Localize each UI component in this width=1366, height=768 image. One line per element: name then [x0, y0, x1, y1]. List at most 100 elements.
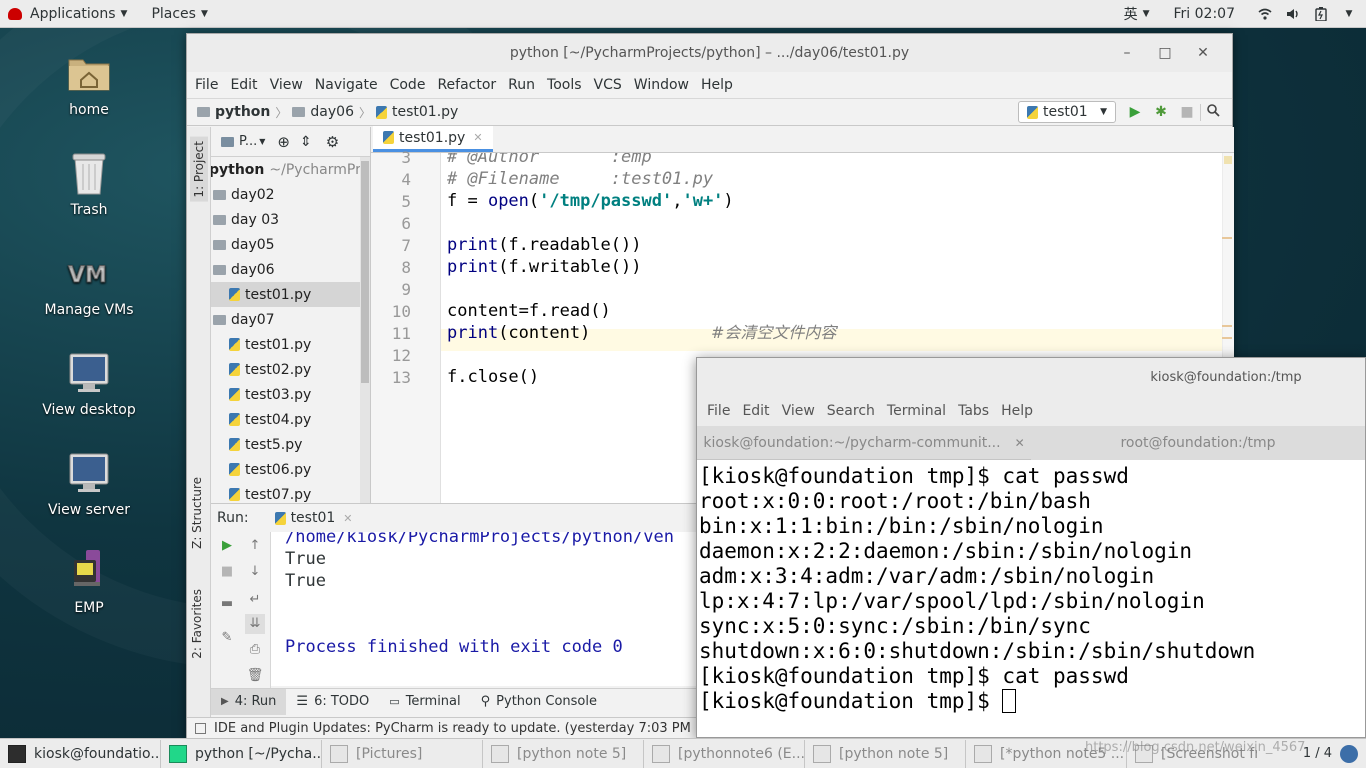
tree-item[interactable]: test01.py [211, 332, 370, 357]
tree-item[interactable]: day02 [211, 182, 370, 207]
tree-item[interactable]: test07.py [211, 482, 370, 503]
run-icon[interactable]: ▶ [1122, 104, 1148, 120]
run-tab[interactable]: test01 ✕ [274, 510, 352, 526]
menu-file[interactable]: File [701, 403, 736, 419]
menu-edit[interactable]: Edit [736, 403, 775, 419]
menu-search[interactable]: Search [821, 403, 881, 419]
terminal-tab-active[interactable]: root@foundation:/tmp [1031, 425, 1365, 460]
tree-item[interactable]: test04.py [211, 407, 370, 432]
tab-structure[interactable]: Z: Structure [190, 477, 204, 549]
arrow-up-icon[interactable]: ↑ [245, 536, 265, 556]
collapse-icon[interactable]: ⇕ [300, 134, 312, 150]
menu-help[interactable]: Help [695, 77, 739, 93]
task-terminal[interactable]: kiosk@foundatio... [0, 739, 161, 768]
desktop-icon-manage-vms[interactable]: VM Manage VMs [24, 250, 154, 318]
menu-navigate[interactable]: Navigate [309, 77, 384, 93]
breadcrumb-file[interactable]: test01.py [392, 104, 458, 120]
menu-run[interactable]: Run [502, 77, 541, 93]
folder-icon [213, 214, 226, 225]
tree-item[interactable]: test03.py [211, 382, 370, 407]
menu-file[interactable]: File [189, 77, 224, 93]
maximize-icon[interactable]: □ [1146, 45, 1184, 61]
rerun-icon[interactable]: ▶ [217, 536, 237, 556]
tab-python-console[interactable]: ⚲ Python Console [471, 689, 607, 715]
scroll-to-end-icon[interactable]: ⇊ [245, 614, 265, 634]
tree-item[interactable]: day07 [211, 307, 370, 332]
search-icon[interactable] [1200, 103, 1226, 121]
inspection-indicator[interactable] [1224, 156, 1232, 164]
menu-tabs[interactable]: Tabs [952, 403, 995, 419]
task-pycharm[interactable]: python [~/Pycha... [161, 739, 322, 768]
task-pythonnote6[interactable]: [pythonnote6 (E... [644, 739, 805, 768]
tab-todo[interactable]: ☰ 6: TODO [286, 689, 379, 715]
menu-view[interactable]: View [264, 77, 309, 93]
tab-project[interactable]: 1: Project [190, 137, 208, 202]
window-titlebar[interactable]: python [~/PycharmProjects/python] – .../… [187, 34, 1232, 72]
menu-edit[interactable]: Edit [224, 77, 263, 93]
tree-item[interactable]: day 03 [211, 207, 370, 232]
code-line-8: print(f.writable()) [447, 257, 642, 277]
menu-code[interactable]: Code [384, 77, 432, 93]
tree-item-selected[interactable]: test01.py [211, 282, 370, 307]
workspace-indicator[interactable]: 1 / 4 [1303, 744, 1366, 763]
tree-root[interactable]: python ~/PycharmProjects [211, 157, 370, 182]
desktop-icon-emp[interactable]: EMP [24, 548, 154, 616]
target-icon[interactable]: ⊕ [277, 133, 290, 151]
close-tab-icon[interactable]: ✕ [343, 512, 352, 525]
menu-view[interactable]: View [776, 403, 821, 419]
desktop-icon-trash[interactable]: Trash [24, 150, 154, 218]
soft-wrap-icon[interactable]: ↵ [245, 590, 265, 610]
input-method-indicator[interactable]: 英 ▼ [1116, 0, 1158, 28]
stop-icon[interactable]: ■ [217, 562, 237, 582]
debug-icon[interactable]: ✱ [1148, 104, 1174, 120]
desktop-icon-view-server[interactable]: View server [24, 450, 154, 518]
run-config-select[interactable]: test01 ▼ [1018, 101, 1116, 123]
stop-icon[interactable]: ■ [1174, 104, 1200, 120]
applications-menu[interactable]: Applications ▼ [0, 0, 135, 28]
wifi-icon[interactable] [1258, 7, 1272, 21]
menu-vcs[interactable]: VCS [588, 77, 628, 93]
clock[interactable]: Fri 02:07 [1166, 0, 1243, 28]
pin-icon[interactable]: ✎ [217, 628, 237, 648]
tree-item[interactable]: test02.py [211, 357, 370, 382]
tab-favorites[interactable]: 2: Favorites [190, 589, 204, 659]
tree-item[interactable]: test06.py [211, 457, 370, 482]
tab-run[interactable]: ▶ 4: Run [211, 688, 287, 715]
volume-icon[interactable] [1286, 7, 1300, 21]
terminal-output[interactable]: [kiosk@foundation tmp]$ cat passwd root:… [697, 461, 1365, 737]
terminal-titlebar[interactable]: kiosk@foundation:/tmp [697, 358, 1365, 396]
battery-icon[interactable] [1314, 6, 1328, 22]
tree-item[interactable]: test5.py [211, 432, 370, 457]
scrollbar-thumb[interactable] [361, 161, 369, 383]
breadcrumb-python[interactable]: python [215, 104, 270, 120]
menu-terminal[interactable]: Terminal [881, 403, 952, 419]
chevron-down-icon[interactable]: ▼ [259, 137, 265, 146]
minimize-icon[interactable]: – [1108, 45, 1146, 61]
menu-window[interactable]: Window [628, 77, 695, 93]
tree-item[interactable]: day05 [211, 232, 370, 257]
task-python-note5-2[interactable]: [python note 5] [805, 739, 966, 768]
desktop-icon-view-desktop[interactable]: View desktop [24, 350, 154, 418]
places-menu[interactable]: Places ▼ [143, 0, 215, 28]
layout-icon[interactable]: ▬ [217, 594, 237, 614]
menu-tools[interactable]: Tools [541, 77, 588, 93]
project-scrollbar[interactable] [360, 157, 370, 503]
system-menu-icon[interactable]: ▼ [1342, 7, 1356, 21]
close-tab-icon[interactable]: ✕ [1015, 436, 1025, 450]
status-icon[interactable] [195, 723, 206, 734]
close-icon[interactable]: ✕ [1184, 45, 1222, 61]
task-pictures[interactable]: [Pictures] [322, 739, 483, 768]
gear-icon[interactable]: ⚙ [326, 133, 339, 151]
print-icon[interactable]: ⎙ [245, 640, 265, 660]
close-tab-icon[interactable]: ✕ [473, 131, 482, 144]
breadcrumb-day06[interactable]: day06 [310, 104, 354, 120]
desktop-icon-home[interactable]: home [24, 50, 154, 118]
task-python-note5[interactable]: [python note 5] [483, 739, 644, 768]
tree-item[interactable]: day06 [211, 257, 370, 282]
tab-terminal[interactable]: ▭ Terminal [379, 689, 470, 715]
terminal-tab[interactable]: kiosk@foundation:~/pycharm-communit... ✕ [697, 426, 1031, 460]
menu-refactor[interactable]: Refactor [431, 77, 502, 93]
menu-help[interactable]: Help [995, 403, 1039, 419]
arrow-down-icon[interactable]: ↓ [245, 562, 265, 582]
trash-icon[interactable]: 🗑 [245, 666, 265, 686]
